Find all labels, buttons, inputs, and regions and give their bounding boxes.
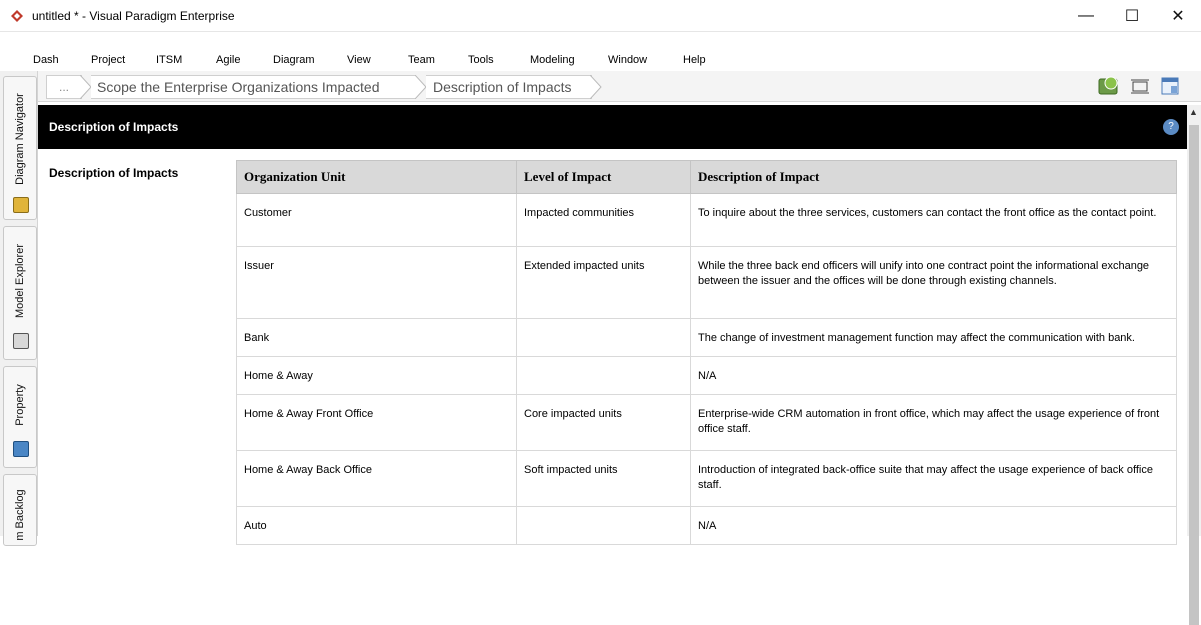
cell-description: The change of investment management func… bbox=[690, 318, 1177, 357]
breadcrumb: ... Scope the Enterprise Organizations I… bbox=[38, 71, 1201, 102]
scroll-up-icon[interactable]: ▲ bbox=[1189, 107, 1198, 117]
scrollbar-thumb[interactable] bbox=[1189, 125, 1199, 625]
cell-level: Soft impacted units bbox=[516, 450, 691, 507]
left-dock: Diagram Navigator Model Explorer Propert… bbox=[0, 71, 38, 546]
table-row[interactable]: Bank The change of investment management… bbox=[236, 318, 1177, 357]
cell-description: Introduction of integrated back-office s… bbox=[690, 450, 1177, 507]
dock-tab-label: Model Explorer bbox=[14, 244, 26, 318]
dock-tab-backlog[interactable]: m Backlog bbox=[3, 474, 37, 546]
maximize-button[interactable]: ☐ bbox=[1109, 0, 1155, 31]
cell-description: To inquire about the three services, cus… bbox=[690, 193, 1177, 247]
menu-view[interactable]: View bbox=[347, 50, 371, 71]
chevron-right-icon bbox=[590, 75, 602, 99]
cell-unit: Issuer bbox=[236, 246, 517, 319]
dock-tab-label: m Backlog bbox=[14, 489, 26, 541]
dock-tab-label: Diagram Navigator bbox=[14, 93, 26, 185]
cell-level: Impacted communities bbox=[516, 193, 691, 247]
dock-tab-label: Property bbox=[14, 384, 26, 426]
table-header-row: Organization Unit Level of Impact Descri… bbox=[236, 160, 1177, 194]
cell-unit: Bank bbox=[236, 318, 517, 357]
menu-window[interactable]: Window bbox=[608, 50, 647, 71]
menu-dash[interactable]: Dash bbox=[33, 50, 59, 71]
menu-itsm[interactable]: ITSM bbox=[156, 50, 182, 71]
close-button[interactable]: ✕ bbox=[1155, 0, 1201, 31]
breadcrumb-item-description[interactable]: Description of Impacts bbox=[426, 75, 592, 99]
page-title: Description of Impacts bbox=[49, 120, 179, 134]
breadcrumb-ellipsis[interactable]: ... bbox=[46, 75, 82, 99]
column-header: Organization Unit bbox=[236, 160, 517, 194]
minimize-button[interactable]: — bbox=[1063, 0, 1109, 31]
fit-width-icon[interactable] bbox=[1130, 76, 1150, 96]
menu-agile[interactable]: Agile bbox=[216, 50, 240, 71]
column-header: Level of Impact bbox=[516, 160, 691, 194]
property-icon bbox=[13, 441, 29, 457]
vertical-scrollbar[interactable]: ▲ bbox=[1187, 105, 1201, 625]
table-row[interactable]: Home & Away N/A bbox=[236, 356, 1177, 395]
cell-unit: Home & Away Front Office bbox=[236, 394, 517, 451]
table-row[interactable]: Customer Impacted communities To inquire… bbox=[236, 193, 1177, 247]
window-title: untitled * - Visual Paradigm Enterprise bbox=[32, 8, 235, 23]
menu-help[interactable]: Help bbox=[683, 50, 706, 71]
table-row[interactable]: Home & Away Back Office Soft impacted un… bbox=[236, 450, 1177, 507]
cell-level bbox=[516, 356, 691, 395]
menu-modeling[interactable]: Modeling bbox=[530, 50, 575, 71]
table-row[interactable]: Home & Away Front Office Core impacted u… bbox=[236, 394, 1177, 451]
dock-tab-diagram-navigator[interactable]: Diagram Navigator bbox=[3, 76, 37, 220]
breadcrumb-item-scope[interactable]: Scope the Enterprise Organizations Impac… bbox=[91, 75, 416, 99]
cell-level: Extended impacted units bbox=[516, 246, 691, 319]
content-header: Description of Impacts ? bbox=[38, 105, 1187, 149]
help-icon[interactable]: ? bbox=[1163, 119, 1179, 135]
section-label: Description of Impacts bbox=[49, 166, 179, 180]
menu-team[interactable]: Team bbox=[408, 50, 435, 71]
dock-tab-property[interactable]: Property bbox=[3, 366, 37, 468]
cell-level: Core impacted units bbox=[516, 394, 691, 451]
diagram-navigator-icon bbox=[13, 197, 29, 213]
cell-unit: Home & Away Back Office bbox=[236, 450, 517, 507]
impacts-table: Organization Unit Level of Impact Descri… bbox=[236, 160, 1177, 545]
notification-icon[interactable] bbox=[1098, 76, 1118, 96]
cell-description: N/A bbox=[690, 356, 1177, 395]
dock-tab-model-explorer[interactable]: Model Explorer bbox=[3, 226, 37, 360]
table-row[interactable]: Issuer Extended impacted units While the… bbox=[236, 246, 1177, 319]
title-bar: untitled * - Visual Paradigm Enterprise … bbox=[0, 0, 1201, 32]
menu-project[interactable]: Project bbox=[91, 50, 125, 71]
cell-level bbox=[516, 318, 691, 357]
cell-description: N/A bbox=[690, 506, 1177, 545]
cell-description: Enterprise-wide CRM automation in front … bbox=[690, 394, 1177, 451]
column-header: Description of Impact bbox=[690, 160, 1177, 194]
model-explorer-icon bbox=[13, 333, 29, 349]
cell-level bbox=[516, 506, 691, 545]
cell-description: While the three back end officers will u… bbox=[690, 246, 1177, 319]
menu-bar: Dash Project ITSM Agile Diagram View Tea… bbox=[0, 50, 1201, 71]
cell-unit: Auto bbox=[236, 506, 517, 545]
panel-icon[interactable] bbox=[1160, 76, 1180, 96]
table-row[interactable]: Auto N/A bbox=[236, 506, 1177, 545]
menu-diagram[interactable]: Diagram bbox=[273, 50, 315, 71]
menu-tools[interactable]: Tools bbox=[468, 50, 494, 71]
window-controls: — ☐ ✕ bbox=[1063, 0, 1201, 31]
app-logo-icon bbox=[11, 9, 23, 22]
cell-unit: Customer bbox=[236, 193, 517, 247]
cell-unit: Home & Away bbox=[236, 356, 517, 395]
